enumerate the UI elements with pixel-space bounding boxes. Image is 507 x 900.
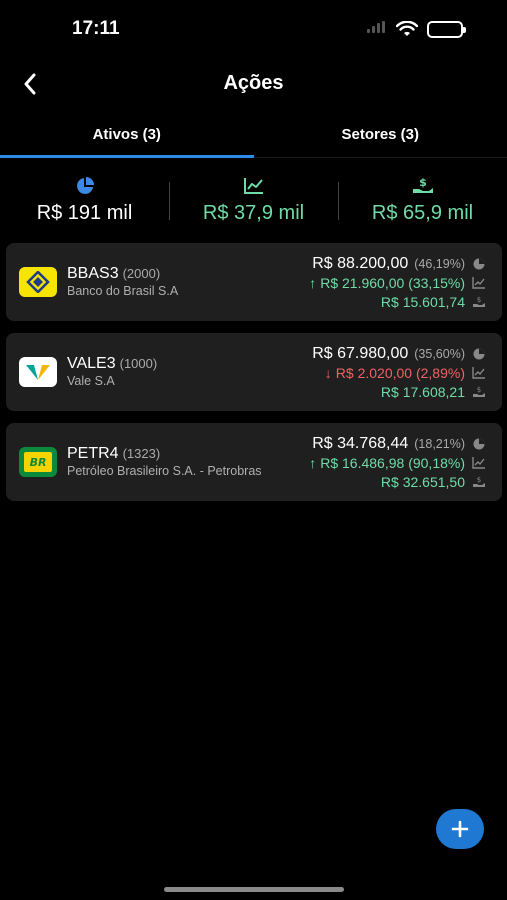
- wifi-icon: [396, 21, 418, 37]
- asset-values: R$ 67.980,00 (35,60%) ↓ R$ 2.020,00 (2,8…: [312, 344, 487, 401]
- hand-money-icon: $: [338, 174, 507, 198]
- asset-value: R$ 88.200,00: [312, 254, 409, 272]
- hand-money-icon: $: [471, 475, 487, 489]
- asset-change: R$ 2.020,00 (2,89%): [335, 364, 465, 381]
- summary-total-value: R$ 191 mil: [36, 202, 133, 224]
- status-icons: [367, 20, 466, 38]
- page-title: Ações: [223, 72, 284, 94]
- asset-dividends: R$ 32.651,50: [380, 473, 465, 490]
- asset-allocation-percent: (35,60%): [414, 346, 465, 361]
- status-time: 17:11: [72, 18, 120, 39]
- asset-card-bbas3[interactable]: BBAS3 (2000) Banco do Brasil S.A R$ 88.20…: [6, 243, 502, 321]
- pie-chart-icon: [471, 437, 487, 451]
- pie-chart-icon: [0, 174, 169, 198]
- battery-icon: [427, 20, 466, 38]
- asset-allocation-percent: (46,19%): [414, 256, 465, 271]
- asset-company-name: Vale S.A: [67, 374, 115, 388]
- tab-ativos[interactable]: Ativos (3): [0, 116, 254, 158]
- vale-logo: [19, 357, 57, 387]
- svg-text:$: $: [477, 296, 481, 304]
- asset-value: R$ 67.980,00: [312, 344, 409, 362]
- asset-company-name: Banco do Brasil S.A: [67, 284, 179, 298]
- asset-ticker: PETR4 (1323): [67, 445, 161, 462]
- status-bar: 17:11: [0, 0, 507, 56]
- banco-do-brasil-logo: [19, 267, 57, 297]
- line-chart-icon: [471, 366, 487, 380]
- arrow-down-icon: ↓: [324, 364, 332, 381]
- asset-quantity: (1323): [122, 446, 161, 461]
- line-chart-icon: [169, 174, 338, 198]
- asset-dividends: R$ 15.601,74: [380, 293, 465, 310]
- asset-dividends: R$ 17.608,21: [380, 383, 465, 400]
- asset-change: R$ 21.960,00 (33,15%): [320, 274, 465, 291]
- add-asset-button[interactable]: [436, 809, 484, 849]
- asset-value: R$ 34.768,44: [312, 434, 409, 452]
- svg-text:$: $: [477, 476, 481, 484]
- asset-ticker: BBAS3 (2000): [67, 265, 161, 282]
- petrobras-logo: BR: [19, 447, 57, 477]
- plus-icon: [451, 820, 469, 838]
- portfolio-summary: R$ 191 mil R$ 37,9 mil $ R$ 65,9 mil: [0, 170, 507, 232]
- svg-text:$: $: [477, 386, 481, 394]
- summary-total: R$ 191 mil: [0, 170, 169, 232]
- line-chart-icon: [471, 456, 487, 470]
- asset-quantity: (2000): [122, 266, 161, 281]
- svg-text:$: $: [419, 176, 427, 189]
- tab-setores[interactable]: Setores (3): [254, 116, 507, 157]
- navigation-bar: Ações: [0, 62, 507, 106]
- hand-money-icon: $: [471, 295, 487, 309]
- asset-allocation-percent: (18,21%): [414, 436, 465, 451]
- summary-gain-value: R$ 37,9 mil: [202, 202, 305, 224]
- signal-icon: [367, 20, 387, 38]
- home-indicator[interactable]: [164, 887, 344, 892]
- asset-card-petr4[interactable]: BR PETR4 (1323) Petróleo Brasileiro S.A. …: [6, 423, 502, 501]
- hand-money-icon: $: [471, 385, 487, 399]
- asset-quantity: (1000): [119, 356, 158, 371]
- pie-chart-icon: [471, 347, 487, 361]
- asset-card-vale3[interactable]: VALE3 (1000) Vale S.A R$ 67.980,00 (35,60…: [6, 333, 502, 411]
- asset-values: R$ 34.768,44 (18,21%) ↑ R$ 16.486,98 (90…: [309, 434, 487, 491]
- summary-gain: R$ 37,9 mil: [169, 170, 338, 232]
- arrow-up-icon: ↑: [309, 454, 317, 471]
- pie-chart-icon: [471, 257, 487, 271]
- asset-company-name: Petróleo Brasileiro S.A. - Petrobras: [67, 464, 262, 478]
- summary-dividends-value: R$ 65,9 mil: [371, 202, 474, 224]
- asset-ticker: VALE3 (1000): [67, 355, 158, 372]
- asset-values: R$ 88.200,00 (46,19%) ↑ R$ 21.960,00 (33…: [309, 254, 487, 311]
- line-chart-icon: [471, 276, 487, 290]
- arrow-up-icon: ↑: [309, 274, 317, 291]
- summary-dividends: $ R$ 65,9 mil: [338, 170, 507, 232]
- tab-bar: Ativos (3) Setores (3): [0, 116, 507, 158]
- asset-change: R$ 16.486,98 (90,18%): [320, 454, 465, 471]
